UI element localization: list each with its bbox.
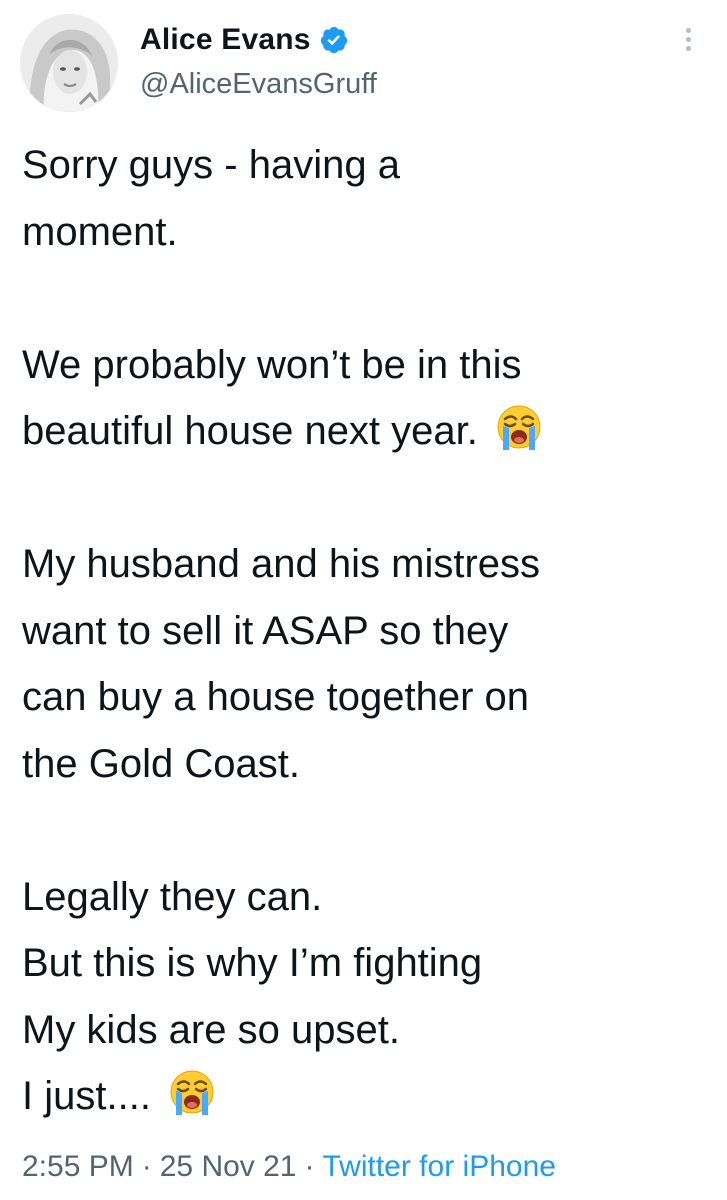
name-row: Alice Evans xyxy=(140,20,349,60)
tweet-line-blank xyxy=(22,797,712,864)
avatar-image xyxy=(20,14,118,112)
loudly-crying-face-icon xyxy=(493,402,545,454)
display-name[interactable]: Alice Evans xyxy=(140,23,311,57)
tweet-body: Sorry guys - having a moment. We probabl… xyxy=(22,132,712,1130)
tweet-source-link[interactable]: Twitter for iPhone xyxy=(323,1150,556,1183)
tweet-line: My husband and his mistress xyxy=(22,542,541,586)
meta-separator: · xyxy=(141,1150,152,1183)
tweet-line: We probably won’t be in this xyxy=(22,342,522,387)
tweet-line: the Gold Coast. xyxy=(22,741,300,786)
tweet-line-text: beautiful house next year. xyxy=(22,409,478,453)
tweet-line-with-emoji: beautiful house next year. xyxy=(22,398,712,465)
tweet-line: Sorry guys - having a xyxy=(22,143,400,187)
tweet-line: Legally they can. xyxy=(22,874,323,919)
loudly-crying-face-icon xyxy=(166,1067,218,1119)
tweet-line-blank xyxy=(22,265,712,332)
tweet-line: My kids are so upset. xyxy=(22,1007,400,1052)
user-handle[interactable]: @AliceEvansGruff xyxy=(140,68,377,101)
tweet-line: But this is why I’m fighting xyxy=(22,941,483,985)
tweet-line-text: I just.... xyxy=(22,1074,151,1118)
more-options-icon[interactable] xyxy=(676,24,700,60)
tweet: Alice Evans @AliceEvansGruff Sorry guys … xyxy=(0,0,727,1200)
verified-badge-icon xyxy=(319,25,349,55)
tweet-line-with-emoji: I just.... xyxy=(22,1063,712,1130)
tweet-line: moment. xyxy=(22,209,178,254)
tweet-line-blank xyxy=(22,465,712,532)
avatar[interactable] xyxy=(20,14,118,112)
tweet-header: Alice Evans @AliceEvansGruff xyxy=(0,0,727,120)
tweet-line: want to sell it ASAP so they xyxy=(22,608,509,653)
tweet-time[interactable]: 2:55 PM xyxy=(22,1150,134,1183)
tweet-date[interactable]: 25 Nov 21 xyxy=(160,1150,297,1183)
tweet-meta: 2:55 PM · 25 Nov 21 · Twitter for iPhone xyxy=(22,1150,556,1184)
meta-separator: · xyxy=(304,1150,315,1183)
tweet-line: can buy a house together on xyxy=(22,675,530,719)
